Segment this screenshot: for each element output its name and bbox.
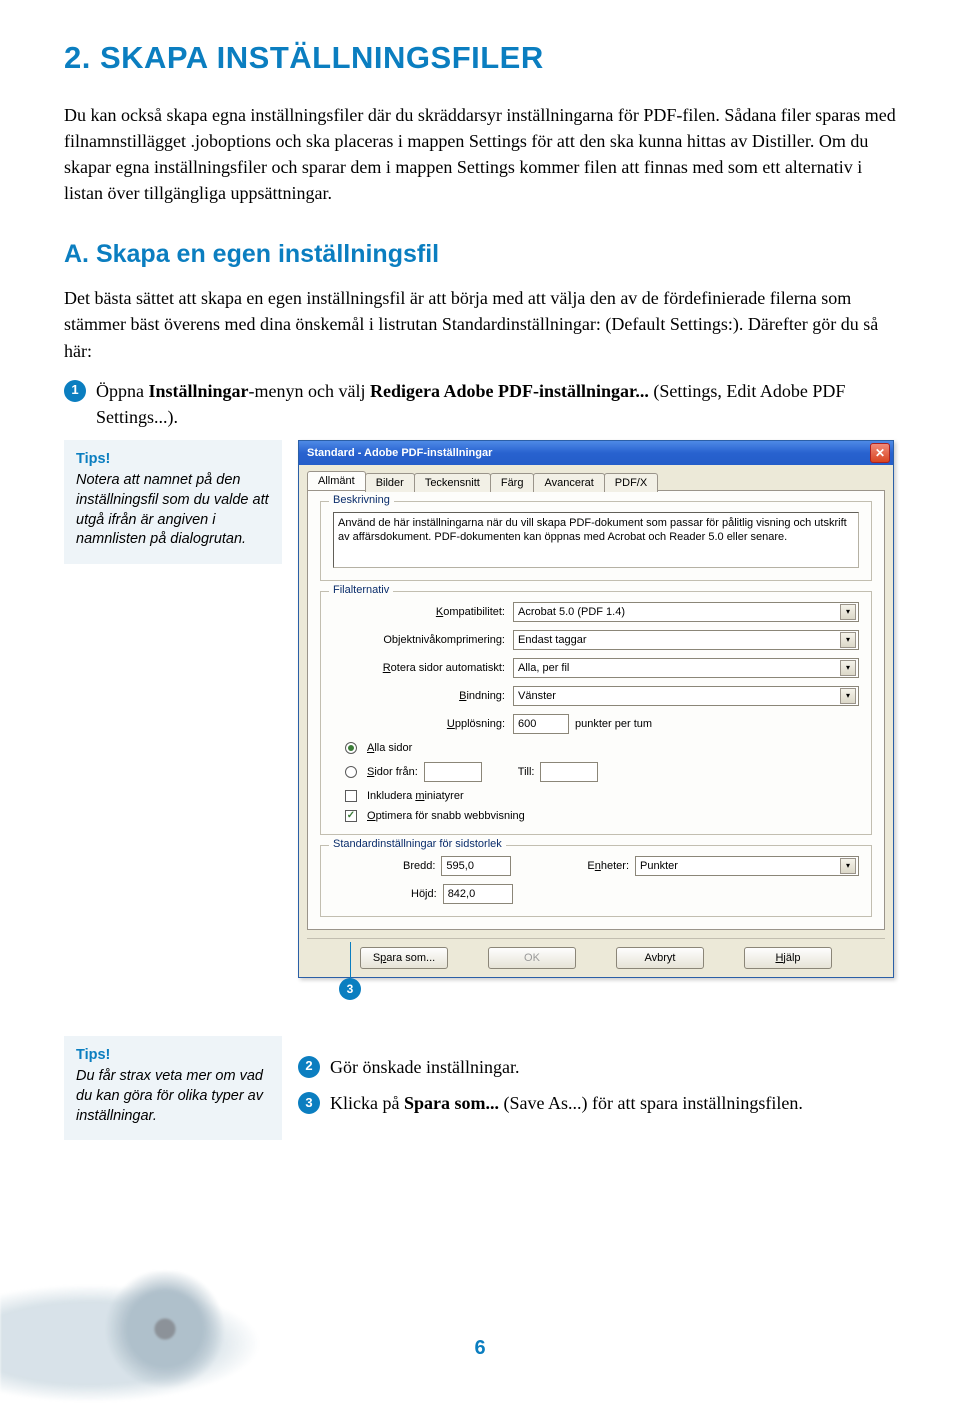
- label-resolution: Upplösning:: [333, 718, 513, 730]
- check-thumbnails[interactable]: [345, 790, 357, 802]
- cancel-button[interactable]: Avbryt: [616, 947, 704, 969]
- combo-rotate[interactable]: Alla, per fil▾: [513, 658, 859, 678]
- label-optimize: Optimera för snabb webbvisning: [367, 810, 525, 822]
- input-width[interactable]: 595,0: [441, 856, 511, 876]
- chevron-down-icon[interactable]: ▾: [840, 604, 856, 620]
- tab-bilder[interactable]: Bilder: [365, 473, 415, 492]
- label-rotate: Rotera sidor automatiskt:: [333, 662, 513, 674]
- section-a-title: A. Skapa en egen inställningsfil: [64, 240, 896, 269]
- tab-avancerat[interactable]: Avancerat: [533, 473, 604, 492]
- section-a-body: Det bästa sättet att skapa en egen instä…: [64, 285, 896, 363]
- step-1-marker: 1: [64, 380, 86, 402]
- step-1-text: Öppna Inställningar-menyn och välj Redig…: [96, 378, 896, 430]
- close-icon[interactable]: ✕: [870, 443, 890, 463]
- tips-body: Notera att namnet på den inställningsfil…: [76, 471, 270, 549]
- label-compat: KKompatibilitet:ompatibilitet:: [333, 606, 513, 618]
- dialog-title: Standard - Adobe PDF-inställningar: [307, 447, 492, 459]
- chapter-title: 2. SKAPA INSTÄLLNINGSFILER: [64, 40, 896, 76]
- input-pages-to[interactable]: [540, 762, 598, 782]
- combo-objcomp[interactable]: Endast taggar▾: [513, 630, 859, 650]
- input-resolution[interactable]: 600: [513, 714, 569, 734]
- label-height: Höjd:: [411, 888, 437, 900]
- group-description: Beskrivning Använd de här inställningarn…: [320, 501, 872, 581]
- radio-all-pages[interactable]: [345, 742, 357, 754]
- step-1-row: 1 Öppna Inställningar-menyn och välj Red…: [64, 378, 896, 430]
- label-pages-from: Sidor från:: [367, 766, 418, 778]
- tab-farg[interactable]: Färg: [490, 473, 535, 492]
- check-optimize[interactable]: [345, 810, 357, 822]
- dialog-button-row: Spara som... OK Avbryt Hjälp: [307, 938, 885, 977]
- combo-units[interactable]: Punkter▾: [635, 856, 859, 876]
- step-3-row: 3 Klicka på Spara som... (Save As...) fö…: [298, 1090, 896, 1116]
- group-file-options: Filalternativ KKompatibilitet:ompatibili…: [320, 591, 872, 835]
- decorative-eye-image: [0, 1271, 300, 1416]
- tab-pdfx[interactable]: PDF/X: [604, 473, 658, 492]
- chevron-down-icon[interactable]: ▾: [840, 660, 856, 676]
- pdf-settings-dialog: Standard - Adobe PDF-inställningar ✕ All…: [298, 440, 894, 978]
- help-button[interactable]: Hjälp: [744, 947, 832, 969]
- callout-3: 3: [339, 978, 361, 1000]
- label-all-pages: Alla sidor: [367, 742, 412, 754]
- page-number: 6: [474, 1337, 485, 1360]
- description-textarea[interactable]: Använd de här inställningarna när du vil…: [333, 512, 859, 568]
- input-pages-from[interactable]: [424, 762, 482, 782]
- chevron-down-icon[interactable]: ▾: [840, 688, 856, 704]
- tips-title: Tips!: [76, 1046, 270, 1066]
- tips-title: Tips!: [76, 450, 270, 470]
- callout-line: [350, 942, 351, 978]
- dialog-titlebar[interactable]: Standard - Adobe PDF-inställningar ✕: [299, 441, 893, 465]
- panel-allmant: Beskrivning Använd de här inställningarn…: [307, 490, 885, 930]
- chevron-down-icon[interactable]: ▾: [840, 858, 856, 874]
- group-file-legend: Filalternativ: [329, 584, 393, 596]
- label-till: Till:: [518, 766, 535, 778]
- tab-allmant[interactable]: Allmänt: [307, 471, 366, 490]
- ok-button[interactable]: OK: [488, 947, 576, 969]
- input-height[interactable]: 842,0: [443, 884, 513, 904]
- step-3-text: Klicka på Spara som... (Save As...) för …: [330, 1090, 803, 1116]
- tips-box-2: Tips! Du får strax veta mer om vad du ka…: [64, 1036, 282, 1140]
- tips-box-1: Tips! Notera att namnet på den inställni…: [64, 440, 282, 564]
- chevron-down-icon[interactable]: ▾: [840, 632, 856, 648]
- combo-binding[interactable]: Vänster▾: [513, 686, 859, 706]
- step-2-row: 2 Gör önskade inställningar.: [298, 1054, 896, 1080]
- label-ppi: punkter per tum: [575, 718, 652, 730]
- intro-paragraph: Du kan också skapa egna inställningsfile…: [64, 102, 896, 206]
- label-thumbnails: Inkludera miniatyrer: [367, 790, 464, 802]
- tips-body: Du får strax veta mer om vad du kan göra…: [76, 1067, 270, 1126]
- label-objcomp: Objektnivåkomprimering:: [333, 634, 513, 646]
- combo-compat[interactable]: Acrobat 5.0 (PDF 1.4)▾: [513, 602, 859, 622]
- label-width: Bredd:: [403, 860, 435, 872]
- radio-pages-from[interactable]: [345, 766, 357, 778]
- step-3-marker: 3: [298, 1092, 320, 1114]
- tab-strip: Allmänt Bilder Teckensnitt Färg Avancera…: [299, 465, 893, 490]
- step-2-marker: 2: [298, 1056, 320, 1078]
- label-units: Enheter:: [587, 860, 629, 872]
- label-binding: Bindning:: [333, 690, 513, 702]
- save-as-button[interactable]: Spara som...: [360, 947, 448, 969]
- group-description-legend: Beskrivning: [329, 494, 394, 506]
- tab-teckensnitt[interactable]: Teckensnitt: [414, 473, 491, 492]
- group-page-legend: Standardinställningar för sidstorlek: [329, 838, 506, 850]
- group-page-size: Standardinställningar för sidstorlek Bre…: [320, 845, 872, 917]
- step-2-text: Gör önskade inställningar.: [330, 1054, 519, 1080]
